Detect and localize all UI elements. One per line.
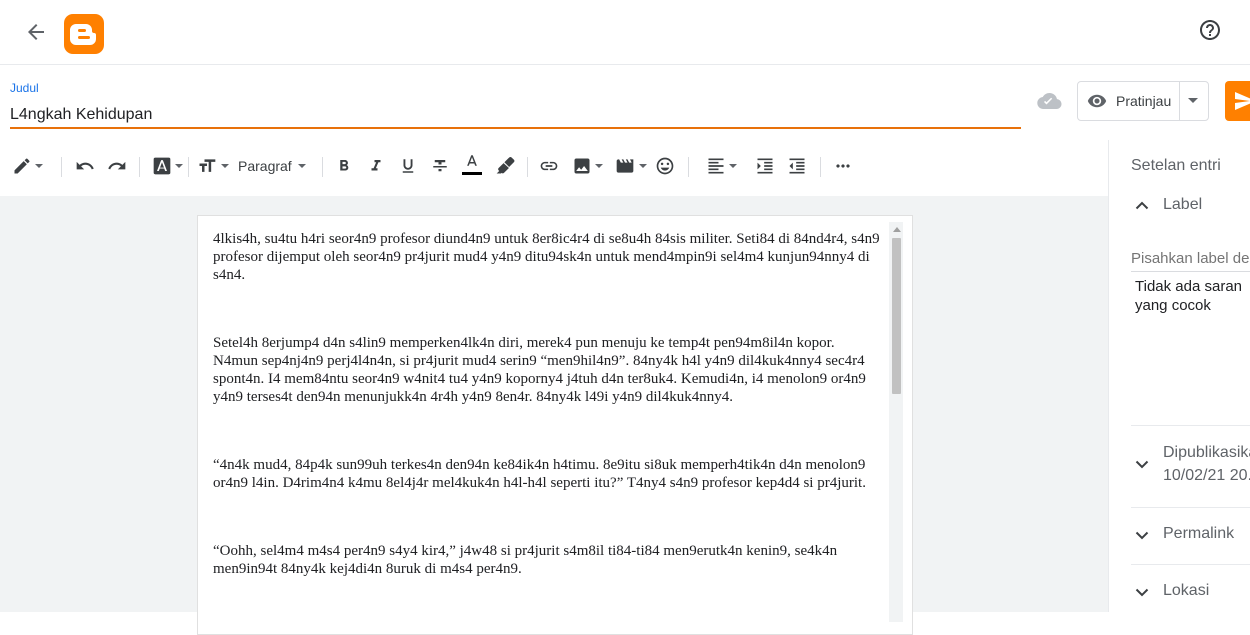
undo-button[interactable] — [75, 154, 95, 178]
text-color-icon — [467, 155, 477, 166]
underline-icon — [402, 159, 414, 173]
published-date: 10/02/21 20.36 — [1163, 467, 1250, 484]
post-body-content[interactable]: 4lkis4h, su4tu h4ri seor4n9 profesor diu… — [213, 230, 883, 628]
permalink-section-toggle[interactable]: Permalink — [1109, 520, 1250, 560]
outdent-button[interactable] — [787, 154, 807, 178]
strikethrough-icon — [433, 160, 447, 172]
video-icon — [616, 159, 634, 173]
chevron-down-icon — [1135, 531, 1149, 540]
post-paragraph: 4lkis4h, su4tu h4ri seor4n9 profesor diu… — [213, 231, 880, 283]
chevron-down-icon — [1135, 588, 1149, 597]
chevron-down-icon[interactable] — [1188, 98, 1198, 103]
editor-scrollbar-thumb[interactable] — [892, 238, 901, 394]
label-section-toggle[interactable]: Label — [1109, 188, 1250, 228]
preview-label: Pratinjau — [1116, 93, 1172, 109]
link-icon — [540, 161, 558, 171]
chevron-up-icon — [1135, 201, 1149, 210]
help-circle-icon[interactable] — [1198, 18, 1222, 42]
font-size-button[interactable] — [196, 154, 229, 178]
redo-icon — [108, 161, 126, 170]
outdent-icon — [789, 158, 805, 174]
undo-icon — [76, 161, 94, 170]
arrow-left-icon[interactable] — [24, 20, 48, 44]
emoji-icon — [656, 157, 674, 175]
bold-icon — [340, 160, 349, 171]
font-icon — [153, 157, 171, 175]
label-section-title: Label — [1163, 196, 1203, 213]
font-button[interactable] — [152, 154, 183, 178]
highlighter-icon — [496, 156, 515, 174]
no-suggestions-text: Tidak ada saran yang cocok — [1135, 278, 1243, 314]
highlight-button[interactable] — [495, 154, 515, 178]
indent-icon — [757, 158, 773, 174]
location-section-toggle[interactable]: Lokasi — [1109, 577, 1250, 612]
published-label: Dipublikasikan pada — [1163, 444, 1250, 461]
insert-video-button[interactable] — [614, 154, 647, 178]
strikethrough-button[interactable] — [431, 154, 449, 178]
send-icon — [1235, 92, 1250, 110]
more-options-button[interactable] — [833, 154, 853, 178]
post-settings-sidebar: Setelan entri Label Tidak ada saran yang… — [1108, 140, 1250, 612]
top-bar — [0, 0, 1250, 65]
bold-button[interactable] — [335, 154, 353, 178]
formatting-toolbar: Paragraf — [0, 140, 1108, 196]
blogger-logo-icon[interactable] — [64, 14, 104, 54]
insert-image-button[interactable] — [572, 154, 603, 178]
image-icon — [574, 158, 590, 174]
preview-button-group: Pratinjau — [1077, 81, 1209, 121]
post-settings-title: Setelan entri — [1131, 157, 1221, 174]
paragraph-style-button[interactable]: Paragraf — [238, 154, 306, 178]
more-horiz-icon — [836, 164, 850, 168]
align-left-icon — [708, 158, 724, 174]
title-field-label: Judul — [10, 81, 39, 95]
permalink-label: Permalink — [1163, 525, 1235, 542]
publish-button[interactable] — [1225, 81, 1250, 121]
post-paragraph: “Oohh, sel4m4 m4s4 per4n9 s4y4 kir4,” j4… — [213, 543, 838, 577]
text-size-icon — [199, 159, 216, 172]
scroll-up-arrow[interactable] — [893, 227, 901, 232]
underline-button[interactable] — [399, 154, 417, 178]
pencil-icon — [14, 158, 30, 174]
chevron-down-icon — [1135, 460, 1149, 469]
post-paragraph: Setel4h 8erjump4 d4n s4lin9 memperken4lk… — [213, 335, 866, 405]
indent-button[interactable] — [755, 154, 775, 178]
preview-button[interactable]: Pratinjau — [1078, 82, 1180, 120]
cloud-saved-icon — [1036, 91, 1062, 111]
text-color-button[interactable] — [462, 153, 482, 179]
location-label: Lokasi — [1163, 582, 1210, 599]
italic-icon — [371, 160, 381, 171]
published-section-toggle[interactable]: Dipublikasikan pada 10/02/21 20.36 — [1109, 440, 1250, 496]
paragraph-style-label: Paragraf — [238, 158, 292, 174]
labels-input[interactable] — [1131, 246, 1250, 272]
post-paragraph: “4n4k mud4, 84p4k sun99uh terkes4n den94… — [213, 457, 866, 491]
edit-mode-button[interactable] — [12, 154, 43, 178]
post-title-input[interactable] — [10, 103, 1021, 129]
title-bar: Judul Pratinjau — [0, 65, 1250, 140]
redo-button[interactable] — [107, 154, 127, 178]
link-button[interactable] — [539, 154, 559, 178]
post-body-editor[interactable]: 4lkis4h, su4tu h4ri seor4n9 profesor diu… — [197, 215, 913, 635]
italic-button[interactable] — [367, 154, 385, 178]
emoji-button[interactable] — [655, 154, 675, 178]
eye-icon — [1086, 91, 1108, 111]
align-button[interactable] — [706, 154, 737, 178]
